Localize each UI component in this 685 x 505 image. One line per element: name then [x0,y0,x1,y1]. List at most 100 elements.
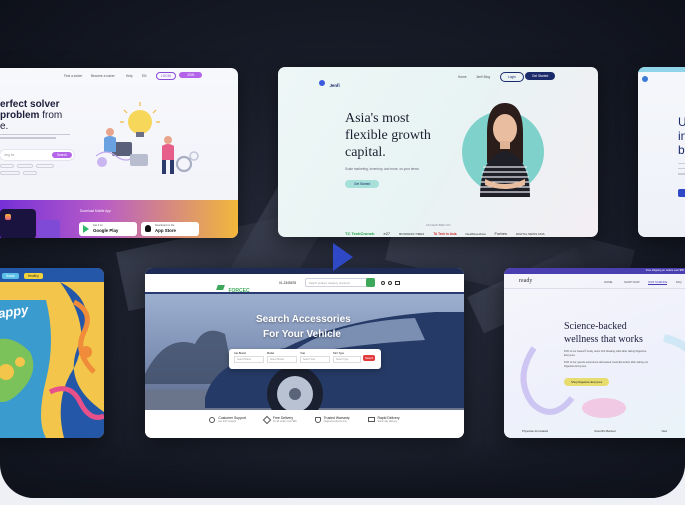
screenshot-card-snack[interactable]: Snack Healthy appy [0,268,104,438]
woman-portrait [480,103,530,197]
join-button[interactable]: JOIN [179,72,203,78]
ready-footer: Physician-formulated Scientific-Backed N… [504,426,685,438]
heading-line: in [678,129,685,143]
google-play-icon [83,225,89,233]
hero-headline-line3: e. [0,121,9,132]
hero-subtext: Scale marketing, inventory, and more, on… [345,167,419,171]
feature-sub: Original products only [323,420,347,423]
footer-item: Scientific-Backed [594,429,616,433]
tag-icon [262,415,272,425]
play-triangle-icon[interactable] [333,243,353,271]
nav-link[interactable]: Help [126,74,133,78]
feature-sub: Get 24/7 support [218,420,237,423]
feature-item: Rapid Delivery Same day delivery [367,416,400,438]
tag-healthy[interactable]: Healthy [24,273,43,279]
jenfi-logo-text: Jenfi [329,83,340,88]
logo-tech-in-asia: TA Tech in Asia [433,231,457,236]
nav-faq[interactable]: FAQ [676,280,682,284]
finder-search-button[interactable]: Search [363,355,376,361]
puzzle-illustration [95,102,199,174]
phone-mockup [0,209,36,238]
user-icon[interactable] [381,281,385,285]
shield-icon [314,417,321,423]
logo-forbes: Forbes [494,231,507,236]
featured-logos: TC TechCrunch e27 BUSINESS TIMES TA Tech… [345,231,545,236]
screenshot-card-auto[interactable]: FORCEC 01-2345678 Search product, catego… [145,268,464,438]
footer-item: Physician-formulated [522,429,549,433]
feature-item: Trusted Warranty Original products only [314,416,350,438]
header-search[interactable]: Search product, category, brand etc [305,278,369,287]
search-icon-button[interactable] [366,278,375,287]
app-store-small: Download on the [155,224,175,227]
login-button[interactable]: LOGIN [156,72,176,80]
finder-field-select[interactable]: Select Year [300,356,330,363]
hero-headline-line2: flexible growth [345,128,431,143]
nav-science[interactable]: OUR SCIENCE [648,280,668,285]
hero-headline-line1: Asia's most [345,111,410,126]
ready-topbar: Free shipping on orders over $50 [504,268,685,274]
topbar-text: Free shipping on orders over $50 [645,268,684,272]
nav-link[interactable]: EN [142,74,146,78]
list-check [678,163,685,175]
app-store-button[interactable]: Download on the App Store [141,222,199,236]
hero-headline-line1: Search Accessories [256,314,351,325]
hero-headline-line1: erfect solver [0,99,60,110]
nav-shop[interactable]: SHOP NOW [624,280,640,284]
search-button[interactable]: Search [51,151,72,159]
screenshot-card-ready[interactable]: Free shipping on orders over $50 ready H… [504,268,685,438]
finder-field-label: Model [267,352,275,355]
feature-item: Free Delivery On all orders over $99 [262,415,297,438]
finder-field[interactable]: Car Brand Select Brand [234,352,264,363]
footer-item: New [661,429,668,433]
finder-field[interactable]: Model Select Model [267,352,297,363]
screenshot-card-jenfi[interactable]: Jenfi Home Jenfi Blog Login Get Started … [278,67,598,237]
finder-field-select[interactable]: Select Type [333,356,361,363]
nav-home[interactable]: HOME [604,280,612,284]
finder-field-label: Part Type [333,352,345,355]
finder-field-label: Year [300,352,306,355]
phone-mockup-2 [38,220,60,238]
top-accent-bar [638,67,685,72]
cart-icon[interactable] [395,281,400,285]
hero-cta-button[interactable]: Get Started [345,180,380,188]
hero-headline-line2: For Your Vehicle [263,329,341,340]
hero-headline-line3: capital. [345,145,386,160]
forcec-logo-icon [216,285,225,291]
nav-home[interactable]: Home [458,75,467,79]
nav-link[interactable]: Find a solver [64,74,82,78]
ready-blob-art [520,334,685,418]
finder-field-select[interactable]: Select Model [267,356,297,363]
app-store-label: App Store [155,228,176,233]
finder-field-label: Car Brand [234,352,246,355]
feature-item: Customer Support Get 24/7 support [209,416,246,438]
jenfi-logo-icon [319,79,325,86]
vehicle-finder-panel: Car Brand Select Brand Model Select Mode… [229,349,381,369]
search-input[interactable]: ving for [4,153,14,157]
header-divider [504,288,685,289]
heading-line: U [678,115,685,129]
nav-link[interactable]: Become a solver [91,74,115,78]
finder-field[interactable]: Year Select Year [300,352,330,363]
search-input[interactable]: Search product, category, brand etc [309,282,350,285]
download-label: Download Mobile App [80,209,111,213]
screenshot-card-puzzle[interactable]: Find a solver Become a solver Help EN LO… [0,68,238,238]
cta-button[interactable] [678,189,685,197]
ready-logo[interactable]: ready [519,278,532,284]
heart-icon[interactable] [388,281,392,285]
logo-business-times: BUSINESS TIMES [399,231,425,236]
get-started-nav-button[interactable]: Get Started [525,72,556,80]
headset-icon [209,417,216,423]
featured-on-label: AS FEATURED ON [426,223,451,227]
finder-field-select[interactable]: Select Brand [234,356,264,363]
auto-hero: Search Accessories For Your Vehicle Car … [145,294,464,410]
login-button[interactable]: Login [500,72,524,82]
showcase-stage: Find a solver Become a solver Help EN LO… [0,0,685,498]
finder-field[interactable]: Part Type Select Type [333,352,361,363]
screenshot-card-partial-right[interactable]: U in b [638,67,685,237]
hero-search-bar[interactable]: ving for Search [0,150,74,160]
app-download-band: Download Mobile App Get it on Google Pla… [0,200,238,238]
nav-blog[interactable]: Jenfi Blog [476,75,490,79]
hero-headline-rest: from [39,110,63,121]
google-play-button[interactable]: Get it on Google Play [79,222,137,236]
tag-snack[interactable]: Snack [2,273,19,279]
